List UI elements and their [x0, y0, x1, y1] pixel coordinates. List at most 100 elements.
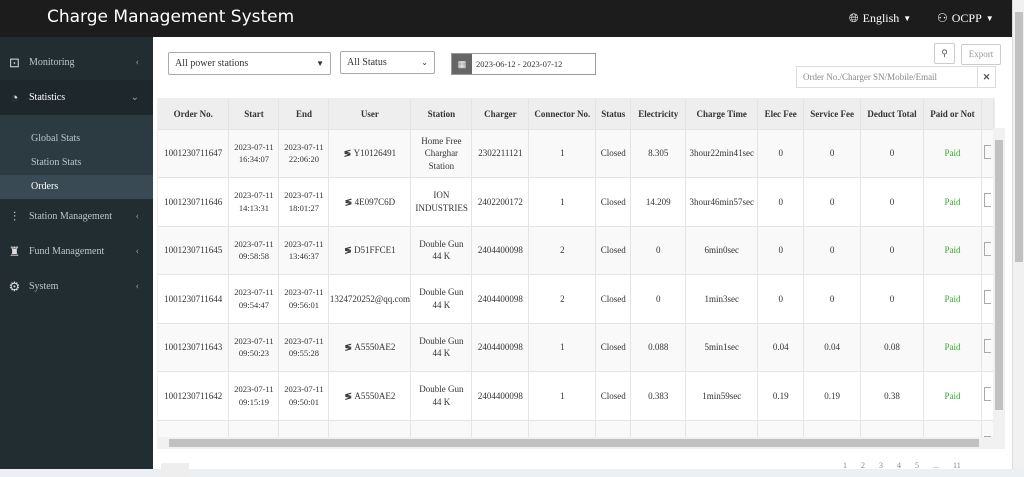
row-action[interactable] — [981, 128, 994, 178]
row-action[interactable] — [981, 225, 994, 275]
cell-text: Paid — [944, 245, 961, 255]
cell-text: 2023-07-11 09:58:58 — [234, 238, 274, 262]
cell-text: 0 — [778, 196, 783, 207]
export-button[interactable]: Export — [961, 44, 1001, 65]
table-row: 1001230711644 2023-07-11 09:54:47 2023-07-… — [158, 274, 994, 323]
table-row: 1001230711645 2023-07-11 09:58:58 2023-07-… — [158, 225, 994, 275]
cell-text: 2023-07-11 09:50:01 — [284, 384, 324, 407]
cell-text: 0.19 — [824, 390, 840, 401]
sidebar-item-system[interactable]: ⚙ System ‹ — [0, 269, 153, 304]
cell-text: 2023-07-11 09:54:47 — [234, 287, 274, 310]
cell-text: 0.04 — [824, 342, 840, 352]
cell-text: 1 — [560, 148, 565, 158]
table-cell: 0 — [757, 274, 805, 323]
cell-text: 1 — [560, 196, 565, 207]
table-cell: 2404400098 — [471, 274, 530, 323]
table-cell: 2023-07-11 14:13:31 — [228, 177, 280, 226]
cell-text: 1 — [560, 390, 565, 401]
table-vertical-scrollbar[interactable] — [993, 128, 1005, 438]
cell-text: ION INDUSTRIES — [415, 190, 468, 213]
action-button[interactable] — [983, 241, 991, 256]
language-dropdown[interactable]: 🌐︎ English ▼ — [849, 11, 911, 26]
cell-text: 1min59sec — [702, 390, 742, 401]
cell-text: 1324720252@qq.com — [329, 293, 410, 304]
globe-icon: 🌐︎ — [849, 11, 859, 25]
station-select[interactable]: All power stations ▼ — [168, 52, 331, 75]
cell-text: Double Gun 44 K — [419, 335, 464, 359]
table-cell: 2 — [528, 274, 597, 323]
chevron-left-icon: ‹ — [135, 281, 139, 292]
action-button[interactable] — [983, 387, 991, 401]
table-cell: 1 — [528, 322, 597, 372]
sidebar-item-global-stats[interactable]: Global Stats — [0, 127, 153, 151]
table-cell: 1min3sec — [685, 274, 759, 323]
page-link[interactable]: 2 — [861, 461, 865, 471]
table-cell: Closed — [595, 371, 632, 420]
cell-text: 8.305 — [648, 148, 669, 158]
cell-text: Closed — [600, 390, 626, 401]
cell-text: 0 — [829, 293, 835, 304]
cell-text: Home Free Charghar Station — [421, 135, 462, 171]
table-cell: 2023-07-11 09:15:19 — [228, 371, 280, 420]
table-cell: 0 — [860, 225, 925, 275]
cell-text: Closed — [600, 245, 626, 255]
sidebar-item-station-stats[interactable]: Station Stats — [0, 151, 153, 175]
table-cell: 3hour46min57sec — [685, 177, 759, 226]
sidebar-item-station-management[interactable]: ⫶ Station Management ‹ — [0, 199, 153, 234]
status-select[interactable]: All Status ⌄ — [340, 51, 435, 74]
cell-text: 1001230711647 — [164, 148, 223, 158]
search-input[interactable]: Order No./Charger SN/Mobile/Email ✕ — [796, 66, 996, 88]
table-cell: Closed — [595, 322, 632, 372]
table-horizontal-scrollbar[interactable] — [157, 437, 1005, 449]
cell-text: 3hour22min41sec — [689, 148, 754, 158]
column-header: End — [278, 99, 330, 129]
cell-text: 1001230711642 — [164, 390, 223, 401]
row-action[interactable] — [981, 274, 994, 323]
cell-text: Double Gun 44 K — [419, 238, 464, 262]
sidebar-item-monitoring[interactable]: ⊡ Monitoring ‹ — [0, 45, 153, 80]
action-button[interactable] — [983, 338, 991, 353]
page-link[interactable]: 3 — [879, 461, 883, 471]
clear-icon[interactable]: ✕ — [977, 67, 995, 87]
page-link[interactable]: 5 — [915, 461, 919, 471]
cell-text: 0.088 — [648, 342, 669, 352]
sidebar-item-statistics[interactable]: ◔ Statistics ⌄ — [0, 80, 153, 115]
table-cell: Double Gun 44 K — [410, 225, 473, 275]
page-size-select[interactable] — [161, 463, 189, 477]
date-range-picker[interactable]: ▦ 2023-06-12 - 2023-07-12 — [451, 53, 596, 75]
table-cell: 0.19 — [803, 371, 862, 420]
table-cell: 2023-07-11 16:34:07 — [228, 128, 280, 178]
table-cell: Double Gun 44 K — [410, 371, 473, 420]
sidebar-item-orders[interactable]: Orders — [0, 175, 153, 199]
page-link[interactable]: 11 — [953, 461, 961, 471]
sidebar-item-fund-management[interactable]: ♜ Fund Management ‹ — [0, 234, 153, 269]
action-button[interactable] — [983, 193, 991, 207]
page-link[interactable]: 1 — [843, 461, 847, 471]
chevron-down-icon: ⌄ — [130, 92, 139, 103]
sidebar: ⊡ Monitoring ‹ ◔ Statistics ⌄ Global Stats S… — [0, 37, 153, 469]
table-cell: 0 — [757, 177, 805, 226]
cell-text: 2023-07-11 09:56:01 — [284, 287, 324, 310]
table-cell: 1001230711645 — [158, 225, 230, 275]
page-link[interactable]: ... — [933, 461, 939, 471]
row-action[interactable] — [981, 371, 994, 420]
cell-text: 2023-07-11 09:15:19 — [234, 384, 274, 407]
action-button[interactable] — [983, 290, 991, 304]
cell-text: 0 — [778, 293, 783, 304]
page-scrollbar[interactable] — [1012, 0, 1024, 469]
cell-text: A5550AE2 — [354, 390, 396, 401]
user-dropdown[interactable]: ⚇ OCPP ▼ — [937, 11, 994, 26]
search-button[interactable]: ⚲ — [934, 43, 955, 64]
table-cell: 0 — [860, 274, 925, 323]
column-header: Deduct Total — [860, 99, 925, 129]
cell-text: Paid — [944, 342, 961, 352]
action-button[interactable] — [983, 144, 991, 159]
page-link[interactable]: 4 — [897, 461, 901, 471]
row-action[interactable] — [981, 322, 994, 372]
table-cell: Closed — [595, 225, 632, 275]
cell-text: 2023-07-11 09:50:23 — [234, 335, 274, 359]
row-action[interactable] — [981, 177, 994, 226]
table-row: 1001230711642 2023-07-11 09:15:19 2023-07-… — [158, 371, 994, 420]
cell-text: 1001230711643 — [164, 342, 223, 352]
table-cell: 1001230711647 — [158, 128, 230, 178]
